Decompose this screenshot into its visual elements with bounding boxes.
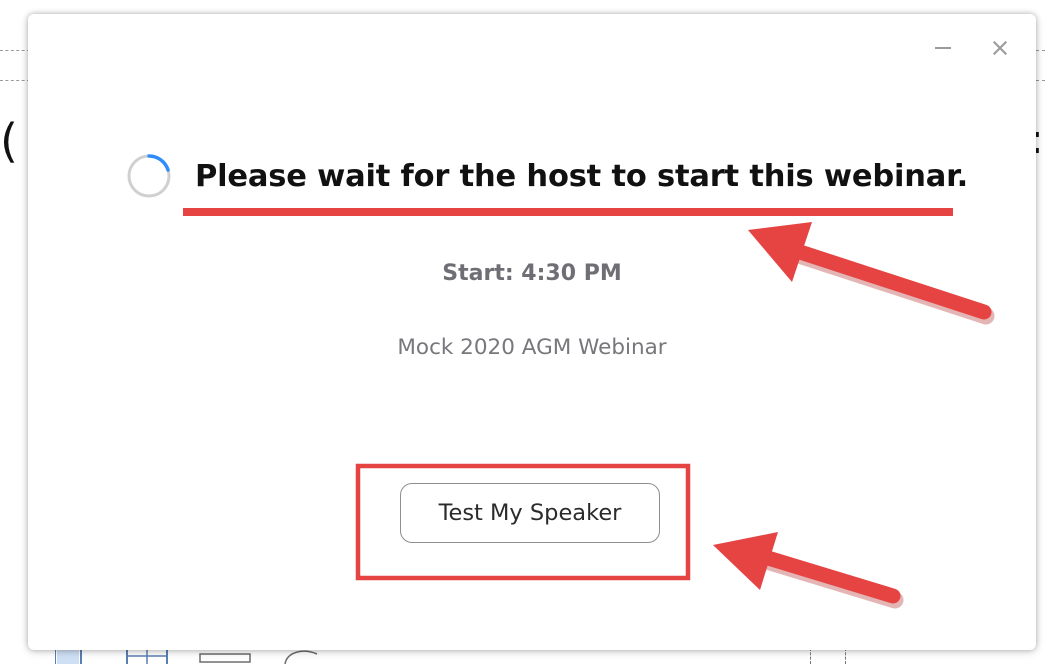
background-divider <box>1036 80 1045 81</box>
layout-strip-icon <box>199 653 251 663</box>
background-divider <box>1036 50 1045 51</box>
close-button[interactable] <box>988 36 1012 60</box>
background-divider <box>845 648 846 664</box>
webinar-waiting-dialog: Please wait for the host to start this w… <box>28 14 1036 650</box>
start-time-label: Start: 4:30 PM <box>442 261 622 286</box>
layout-single-icon-fill <box>57 650 79 664</box>
background-divider <box>0 80 30 81</box>
webinar-title: Mock 2020 AGM Webinar <box>397 335 667 360</box>
background-text-fragment: ( <box>0 114 18 168</box>
waiting-message: Please wait for the host to start this w… <box>195 159 968 194</box>
minimize-button[interactable] <box>931 36 955 60</box>
search-icon <box>284 650 318 664</box>
background-divider <box>0 50 30 51</box>
loading-spinner-icon <box>127 154 171 198</box>
test-speaker-button[interactable]: Test My Speaker <box>400 483 660 543</box>
background-divider <box>810 648 811 664</box>
